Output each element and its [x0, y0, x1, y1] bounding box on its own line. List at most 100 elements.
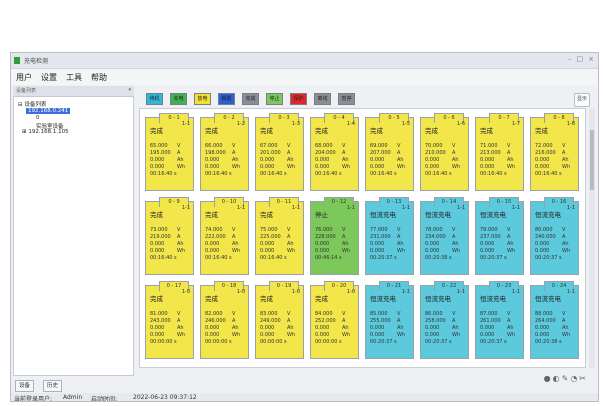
energy-value: 0.000: [535, 164, 550, 170]
voltage-unit: V: [287, 143, 291, 149]
channel-card[interactable]: 0 - 9 1-1 完成 73.000 V 219.000 A 0.000 Ah 0.000 Wh 0…: [145, 197, 194, 275]
capacity-unit: Ah: [397, 325, 404, 331]
legend-button[interactable]: 停止: [266, 93, 283, 105]
legend-button[interactable]: 完成: [242, 93, 259, 105]
channel-card[interactable]: 0 - 17 1-0 完成 81.000 V 243.000 A 0.000 Ah 0.000 Wh…: [145, 281, 194, 359]
channel-card[interactable]: 0 - 18 1-0 完成 82.000 V 246.000 A 0.000 Ah 0.000 Wh…: [200, 281, 249, 359]
voltage-unit: V: [562, 311, 566, 317]
legend-button[interactable]: 待机: [146, 93, 163, 105]
channel-step: 1-1: [291, 205, 300, 211]
tab-devices[interactable]: 设备: [15, 380, 35, 392]
elapsed-time: 00:16:40 s: [150, 171, 177, 177]
tab-history[interactable]: 历史: [43, 380, 63, 392]
channel-card[interactable]: 0 - 23 1-1 恒流充电 87.000 V 261.000 A 0.000 Ah 0.000…: [475, 281, 524, 359]
channel-step: 1-0: [291, 289, 300, 295]
current-value: 216.000: [535, 150, 556, 156]
elapsed-time: 00:16:40 s: [480, 171, 507, 177]
tree-root[interactable]: ⊟ 设备列表: [18, 100, 46, 108]
current-unit: A: [397, 150, 401, 156]
tree-node[interactable]: ⊞ 192.168.1.105: [22, 129, 69, 135]
capacity-unit: Ah: [287, 241, 294, 247]
channel-card[interactable]: 0 - 13 1-1 恒流充电 77.000 V 231.000 A 0.000 Ah 0.000…: [365, 197, 414, 275]
channel-card[interactable]: 0 - 8 1-8 完成 72.000 V 216.000 A 0.000 Ah 0.000 Wh 0…: [530, 113, 579, 191]
channel-card[interactable]: 0 - 16 1-1 恒流充电 80.000 V 240.000 A 0.000 Ah 0.000…: [530, 197, 579, 275]
energy-unit: Wh: [397, 332, 406, 338]
current-unit: A: [562, 318, 566, 324]
tray-icon[interactable]: ◔: [570, 374, 577, 383]
energy-unit: Wh: [397, 164, 406, 170]
channel-card[interactable]: 0 - 19 1-0 完成 83.000 V 249.000 A 0.000 Ah 0.000 Wh…: [255, 281, 304, 359]
channel-card[interactable]: 0 - 3 1-3 完成 67.000 V 201.000 A 0.000 Ah 0.000 Wh 0…: [255, 113, 304, 191]
channel-card[interactable]: 0 - 11 1-1 完成 75.000 V 225.000 A 0.000 Ah 0.000 Wh…: [255, 197, 304, 275]
channel-status: 完成: [150, 211, 163, 219]
menu-tools[interactable]: 工具: [66, 72, 82, 83]
channel-card[interactable]: 0 - 21 1-1 恒流充电 85.000 V 255.000 A 0.000 Ah 0.000…: [365, 281, 414, 359]
legend-button[interactable]: 充电: [170, 93, 187, 105]
channel-card[interactable]: 0 - 6 1-6 完成 70.000 V 210.000 A 0.000 Ah 0.000 Wh 0…: [420, 113, 469, 191]
channel-card[interactable]: 0 - 22 1-1 恒流充电 86.000 V 258.000 A 0.000 Ah 0.000…: [420, 281, 469, 359]
current-value: 201.000: [260, 150, 281, 156]
window-title: 充电检测: [24, 58, 49, 65]
menu-bar: 用户 设置 工具 帮助: [11, 69, 598, 85]
energy-value: 0.000: [425, 164, 440, 170]
channel-card[interactable]: 0 - 24 1-1 恒流充电 88.000 V 264.000 A 0.000 Ah 0.000…: [530, 281, 579, 359]
energy-value: 0.000: [150, 164, 165, 170]
tree-node-selected[interactable]: 192.168.0.241: [26, 108, 71, 114]
current-value: 258.000: [425, 318, 446, 324]
legend-button[interactable]: 暂停: [338, 93, 355, 105]
energy-value: 0.000: [535, 332, 550, 338]
tree-node[interactable]: 0: [36, 115, 40, 121]
scroll-thumb[interactable]: [590, 130, 594, 190]
capacity-unit: Ah: [507, 157, 514, 163]
vertical-scrollbar[interactable]: [589, 108, 595, 368]
legend-button[interactable]: 放电: [194, 93, 211, 105]
energy-unit: Wh: [342, 248, 351, 254]
capacity-value: 0.000: [260, 157, 275, 163]
channel-step: 1-1: [346, 205, 355, 211]
menu-help[interactable]: 帮助: [91, 72, 107, 83]
menu-settings[interactable]: 设置: [41, 72, 57, 83]
tray-icon[interactable]: ✎: [562, 374, 569, 383]
channel-card[interactable]: 0 - 1 1-1 完成 65.000 V 195.000 A 0.000 Ah 0.000 Wh 0…: [145, 113, 194, 191]
channel-status: 完成: [315, 295, 328, 303]
capacity-value: 0.000: [370, 241, 385, 247]
close-button[interactable]: ×: [588, 55, 594, 63]
channel-card[interactable]: 0 - 14 1-1 恒流充电 78.000 V 234.000 A 0.000 Ah 0.000…: [420, 197, 469, 275]
legend-button[interactable]: 搁置: [218, 93, 235, 105]
channel-status: 完成: [260, 127, 273, 135]
legend-button[interactable]: 离线: [314, 93, 331, 105]
pin-icon[interactable]: ▾: [128, 87, 131, 93]
maximize-button[interactable]: □: [577, 55, 584, 63]
channel-card[interactable]: 0 - 15 1-1 恒流充电 79.000 V 237.000 A 0.000 Ah 0.000…: [475, 197, 524, 275]
channel-card[interactable]: 0 - 12 1-1 停止 76.000 V 228.000 A 0.000 Ah 0.000 Wh…: [310, 197, 359, 275]
capacity-value: 0.000: [150, 325, 165, 331]
channel-card[interactable]: 0 - 5 1-5 完成 69.000 V 207.000 A 0.000 Ah 0.000 Wh 0…: [365, 113, 414, 191]
channel-step: 1-1: [566, 205, 575, 211]
status-user: Admin: [63, 394, 83, 401]
tray-icon[interactable]: ✂: [579, 374, 586, 383]
current-value: 195.000: [150, 150, 171, 156]
display-button[interactable]: 显示: [574, 93, 590, 107]
voltage-value: 65.000: [150, 143, 168, 149]
capacity-value: 0.000: [535, 157, 550, 163]
channel-card[interactable]: 0 - 2 1-2 完成 66.000 V 198.000 A 0.000 Ah 0.000 Wh 0…: [200, 113, 249, 191]
current-value: 225.000: [260, 234, 281, 240]
channel-step: 1-1: [511, 205, 520, 211]
current-value: 219.000: [150, 234, 171, 240]
channel-card[interactable]: 0 - 20 1-0 完成 84.000 V 252.000 A 0.000 Ah 0.000 Wh…: [310, 281, 359, 359]
channel-card[interactable]: 0 - 7 1-7 完成 71.000 V 213.000 A 0.000 Ah 0.000 Wh 0…: [475, 113, 524, 191]
tray-icon[interactable]: ●: [544, 374, 551, 383]
channel-card[interactable]: 0 - 10 1-1 完成 74.000 V 222.000 A 0.000 Ah 0.000 Wh…: [200, 197, 249, 275]
voltage-value: 87.000: [480, 311, 498, 317]
voltage-unit: V: [287, 227, 291, 233]
menu-user[interactable]: 用户: [16, 72, 32, 83]
legend-button[interactable]: 保护: [290, 93, 307, 105]
tray-icon[interactable]: ◐: [553, 374, 560, 383]
minimize-button[interactable]: –: [568, 55, 572, 63]
voltage-unit: V: [287, 311, 291, 317]
current-value: 261.000: [480, 318, 501, 324]
energy-value: 0.000: [370, 248, 385, 254]
channel-card[interactable]: 0 - 4 1-4 完成 68.000 V 204.000 A 0.000 Ah 0.000 Wh 0…: [310, 113, 359, 191]
energy-value: 0.000: [260, 332, 275, 338]
channel-step: 1-1: [181, 121, 190, 127]
